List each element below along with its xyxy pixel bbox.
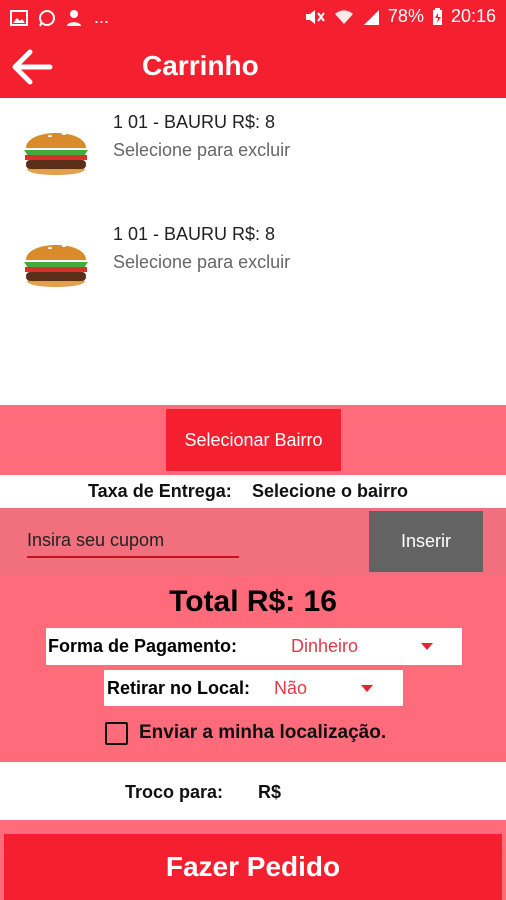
place-order-button[interactable]: Fazer Pedido bbox=[4, 834, 502, 900]
battery-icon bbox=[432, 7, 442, 25]
delivery-fee-row: Taxa de Entrega: Selecione o bairro bbox=[0, 475, 506, 508]
battery-percent: 78% bbox=[387, 6, 424, 26]
chevron-down-icon bbox=[361, 685, 373, 692]
order-total: Total R$: 16 bbox=[169, 585, 337, 618]
burger-image bbox=[24, 133, 88, 175]
select-neighborhood-button[interactable]: Selecionar Bairro bbox=[166, 409, 341, 471]
pickup-label: Retirar no Local: bbox=[107, 678, 251, 698]
payment-method-select[interactable]: Forma de Pagamento: Dinheiro bbox=[46, 628, 462, 665]
whatsapp-icon bbox=[39, 9, 55, 26]
wifi-icon bbox=[334, 9, 353, 24]
page-title: Carrinho bbox=[142, 50, 259, 81]
pickup-value: Não bbox=[274, 678, 308, 698]
more-notifications: ... bbox=[94, 7, 110, 27]
status-bar: ... 78% 20:16 bbox=[0, 0, 506, 36]
pickup-select[interactable]: Retirar no Local: Não bbox=[104, 670, 403, 706]
app-bar: Carrinho bbox=[0, 36, 506, 98]
cart-list: 1 01 - BAURU R$: 8 Selecione para exclui… bbox=[0, 98, 506, 405]
cart-item[interactable]: 1 01 - BAURU R$: 8 Selecione para exclui… bbox=[0, 210, 506, 320]
chevron-down-icon bbox=[421, 643, 433, 650]
item-name: 1 01 - BAURU R$: 8 bbox=[113, 224, 276, 244]
image-notification-icon bbox=[10, 9, 28, 26]
item-hint: Selecione para excluir bbox=[113, 140, 291, 160]
insert-coupon-button[interactable]: Inserir bbox=[369, 511, 483, 572]
status-right-icons: 78% 20:16 bbox=[304, 6, 496, 27]
delivery-fee-label: Taxa de Entrega: bbox=[88, 481, 232, 501]
person-notification-icon bbox=[67, 9, 81, 26]
back-arrow-icon[interactable] bbox=[8, 46, 54, 88]
change-row: Troco para: R$ bbox=[0, 762, 506, 820]
payment-method-value: Dinheiro bbox=[291, 636, 359, 656]
change-input[interactable]: R$ bbox=[258, 782, 281, 803]
signal-icon bbox=[363, 9, 379, 25]
delivery-fee-value: Selecione o bairro bbox=[252, 481, 409, 501]
item-hint: Selecione para excluir bbox=[113, 252, 291, 272]
coupon-input[interactable] bbox=[27, 524, 239, 558]
burger-image bbox=[24, 245, 88, 287]
send-location-label: Enviar a minha localização. bbox=[139, 722, 387, 743]
item-name: 1 01 - BAURU R$: 8 bbox=[113, 112, 276, 132]
payment-method-label: Forma de Pagamento: bbox=[48, 636, 238, 656]
send-location-checkbox[interactable] bbox=[105, 722, 128, 745]
clock: 20:16 bbox=[450, 6, 496, 26]
status-left-icons: ... bbox=[10, 7, 109, 28]
mute-icon bbox=[305, 9, 325, 24]
cart-item[interactable]: 1 01 - BAURU R$: 8 Selecione para exclui… bbox=[0, 98, 506, 208]
change-label: Troco para: bbox=[125, 782, 224, 802]
